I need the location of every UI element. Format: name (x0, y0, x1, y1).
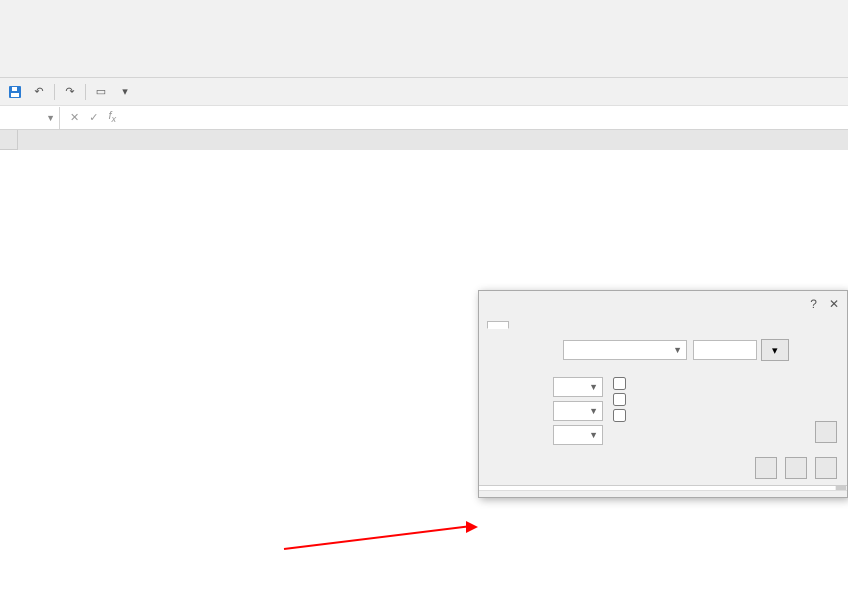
find-replace-dialog: ? ✕ ▼ ▾ ▼ ▼ (478, 290, 848, 498)
tab-replace[interactable] (509, 321, 531, 329)
results-list (479, 485, 847, 490)
dialog-tabs (479, 317, 847, 329)
touch-mode-icon[interactable]: ▭ (92, 83, 110, 101)
annotation-arrow (284, 525, 471, 550)
close-button[interactable] (815, 457, 837, 479)
qat-sep (85, 84, 86, 100)
undo-icon[interactable]: ↶ (30, 83, 48, 101)
format-preview (693, 340, 757, 360)
row-headers (0, 130, 18, 150)
name-box-dropdown-icon[interactable]: ▼ (46, 113, 55, 123)
column-headers (18, 130, 848, 150)
select-all-corner[interactable] (0, 130, 18, 150)
dialog-buttons (479, 451, 847, 485)
scope-select[interactable]: ▼ (553, 377, 603, 397)
dialog-titlebar[interactable]: ? ✕ (479, 291, 847, 317)
options-button[interactable] (815, 421, 837, 443)
qat-dropdown-icon[interactable]: ▾ (116, 83, 134, 101)
results-status (479, 490, 847, 497)
close-icon[interactable]: ✕ (829, 297, 839, 311)
help-icon[interactable]: ? (810, 297, 817, 311)
find-dropdown-icon[interactable]: ▼ (673, 345, 682, 355)
find-all-button[interactable] (755, 457, 777, 479)
quick-access-toolbar: ↶ ↷ ▭ ▾ (0, 78, 848, 106)
search-select[interactable]: ▼ (553, 401, 603, 421)
worksheet (0, 130, 848, 150)
lookin-select[interactable]: ▼ (553, 425, 603, 445)
results-header (479, 486, 847, 490)
match-cell-checkbox[interactable] (613, 393, 630, 406)
fx-icon[interactable]: fx (108, 110, 116, 124)
format-button[interactable]: ▾ (761, 339, 789, 361)
save-icon[interactable] (6, 83, 24, 101)
results-scrollbar[interactable] (835, 486, 847, 490)
name-box[interactable]: ▼ (0, 107, 60, 129)
match-case-checkbox[interactable] (613, 377, 630, 390)
tab-find[interactable] (487, 321, 509, 329)
qat-sep (54, 84, 55, 100)
formula-bar: ▼ ✕ ✓ fx (0, 106, 848, 130)
cancel-icon[interactable]: ✕ (70, 111, 79, 124)
match-width-checkbox[interactable] (613, 409, 630, 422)
enter-icon[interactable]: ✓ (89, 111, 98, 124)
annotation-arrowhead (466, 521, 478, 533)
redo-icon[interactable]: ↷ (61, 83, 79, 101)
find-next-button[interactable] (785, 457, 807, 479)
dialog-body: ▼ ▾ ▼ ▼ ▼ (479, 329, 847, 451)
ribbon (0, 0, 848, 78)
grid-area (18, 130, 848, 150)
formula-controls: ✕ ✓ fx (60, 110, 126, 124)
